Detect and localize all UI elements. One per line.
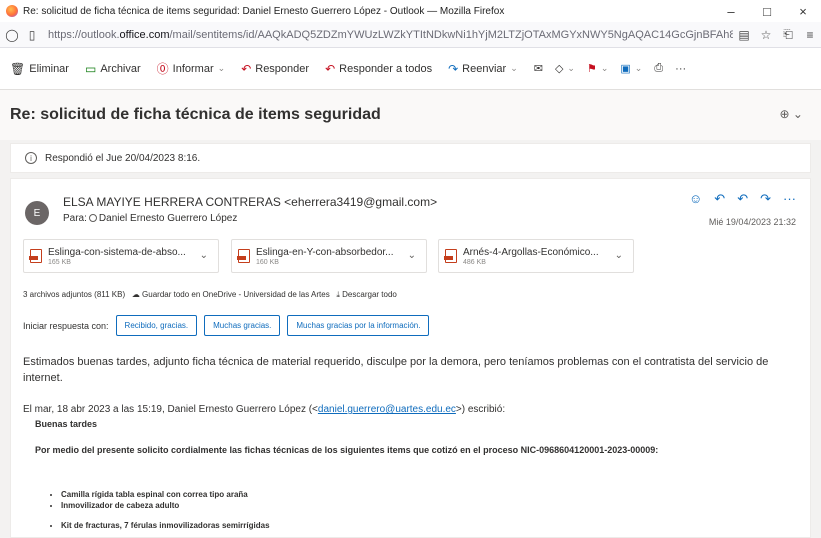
bookmark-star-icon[interactable]: ☆	[755, 28, 777, 42]
pdf-icon	[29, 249, 42, 263]
attachment-count: 3 archivos adjuntos (811 KB)	[23, 290, 126, 299]
tag-icon: ◇	[554, 63, 564, 75]
chevron-down-icon[interactable]: ⌄	[218, 63, 226, 74]
list-item: Kit de fracturas, 7 férulas inmovilizado…	[61, 520, 270, 531]
presence-icon	[88, 214, 97, 222]
forward-icon: ↷	[448, 61, 459, 76]
attachment-name: Arnés-4-Argollas-Económico...	[463, 246, 599, 258]
pdf-icon	[444, 249, 457, 263]
firefox-logo-icon	[6, 5, 18, 17]
quick-reply-button[interactable]: Muchas gracias por la información.	[287, 315, 430, 336]
message-actions: ☺ ↶ ↶ ↷ ···	[677, 191, 796, 207]
extensions-icon[interactable]: ⎗	[777, 27, 799, 42]
to-label: Para:	[63, 213, 87, 224]
quote-greeting: Buenas tardes	[35, 419, 98, 429]
report-button[interactable]: ⓪ Informar ⌄	[157, 60, 226, 77]
minimize-button[interactable]: –	[713, 4, 749, 19]
chevron-down-icon[interactable]: ⌄	[408, 250, 416, 261]
quote-request: Por medio del presente solicito cordialm…	[35, 445, 659, 455]
message-toolbar: 🗑 Eliminar ▭ Archivar ⓪ Informar ⌄ ↶ Res…	[0, 48, 821, 90]
shield-icon[interactable]: ◯	[4, 28, 20, 42]
quick-reply-bar: Iniciar respuesta con: Recibido, gracias…	[23, 315, 430, 336]
folder-move-icon: ▣	[620, 63, 631, 75]
maximize-button[interactable]: □	[749, 4, 785, 19]
chevron-down-icon[interactable]: ⌄	[567, 63, 575, 74]
message-body: Estimados buenas tardes, adjunto ficha t…	[23, 356, 769, 384]
reply-icon[interactable]: ↶	[714, 191, 725, 207]
more-icon: ···	[675, 62, 687, 75]
chevron-down-icon[interactable]: ⌄	[635, 63, 643, 74]
reader-view-icon[interactable]: ▤	[733, 28, 755, 42]
attachment-size: 160 KB	[256, 258, 279, 266]
chevron-down-icon[interactable]: ⌄	[615, 250, 623, 261]
chevron-down-icon[interactable]: ⌄	[601, 63, 609, 74]
shield-alert-icon: ⓪	[156, 62, 169, 76]
quote-header: El mar, 18 abr 2023 a las 15:19, Daniel …	[23, 404, 506, 415]
recipient-name[interactable]: Daniel Ernesto Guerrero López	[99, 213, 237, 224]
quick-reply-button[interactable]: Muchas gracias.	[204, 315, 281, 336]
attachment-summary: 3 archivos adjuntos (811 KB) ☁ Guardar t…	[23, 290, 397, 300]
message-subject: Re: solicitud de ficha técnica de items …	[10, 106, 381, 123]
trash-icon: 🗑	[10, 61, 26, 76]
quick-reply-button[interactable]: Recibido, gracias.	[115, 315, 198, 336]
save-onedrive-link[interactable]: Guardar todo en OneDrive - Universidad d…	[142, 290, 330, 299]
recipient-line: Para: Daniel Ernesto Guerrero López	[63, 213, 237, 224]
print-button[interactable]: ⎙	[654, 62, 663, 75]
move-button[interactable]: ▣ ⌄	[620, 62, 642, 75]
zoom-icon[interactable]: ⊕ ⌄	[780, 107, 803, 121]
reply-all-button[interactable]: ↶ Responder a todos	[325, 62, 432, 76]
address-bar: ◯ ▯ https://outlook.office.com/mail/sent…	[0, 22, 821, 48]
attachment-size: 165 KB	[48, 258, 71, 266]
reply-icon: ↶	[241, 61, 252, 76]
chevron-down-icon[interactable]: ⌄	[510, 63, 518, 74]
download-icon: ⤓	[336, 290, 340, 299]
avatar[interactable]: E	[25, 201, 49, 225]
sender-name[interactable]: ELSA MAYIYE HERRERA CONTRERAS <eherrera3…	[63, 195, 437, 209]
attachment-name: Eslinga-con-sistema-de-abso...	[48, 246, 186, 258]
close-button[interactable]: ×	[785, 4, 821, 19]
list-item: Inmovilizador de cabeza adulto	[61, 500, 270, 511]
attachment-name: Eslinga-en-Y-con-absorbedor...	[256, 246, 394, 258]
reply-button[interactable]: ↶ Responder	[241, 62, 309, 76]
flag-button[interactable]: ⚑ ⌄	[587, 62, 608, 75]
more-icon[interactable]: ···	[783, 191, 796, 207]
reply-all-icon[interactable]: ↶	[737, 191, 748, 207]
chevron-down-icon[interactable]: ⌄	[200, 250, 208, 261]
message-date: Mié 19/04/2023 21:32	[708, 217, 796, 227]
replied-notice: i Respondió el Jue 20/04/2023 8:16.	[10, 143, 811, 173]
envelope-icon: ✉	[533, 63, 543, 75]
archive-button[interactable]: ▭ Archivar	[85, 62, 141, 76]
forward-icon[interactable]: ↷	[760, 191, 771, 207]
download-all-link[interactable]: Descargar todo	[342, 290, 397, 299]
message-card: E ELSA MAYIYE HERRERA CONTRERAS <eherrer…	[10, 178, 811, 538]
emoji-icon[interactable]: ☺	[689, 191, 702, 207]
menu-icon[interactable]: ≡	[799, 28, 821, 42]
categorize-button[interactable]: ◇ ⌄	[555, 62, 575, 75]
attachment-3[interactable]: Arnés-4-Argollas-Económico... 486 KB ⌄	[438, 239, 634, 273]
list-item: Camilla rígida tabla espinal con correa …	[61, 489, 270, 500]
mark-read-button[interactable]: ✉	[534, 62, 543, 75]
quote-items-list: Camilla rígida tabla espinal con correa …	[61, 489, 270, 531]
page-icon: ▯	[28, 27, 36, 42]
pdf-icon	[237, 249, 250, 263]
attachment-1[interactable]: Eslinga-con-sistema-de-abso... 165 KB ⌄	[23, 239, 219, 273]
subject-bar: Re: solicitud de ficha técnica de items …	[0, 90, 821, 140]
cloud-icon: ☁	[131, 290, 140, 299]
forward-button[interactable]: ↷ Reenviar ⌄	[448, 62, 518, 76]
reply-all-icon: ↶	[325, 61, 336, 76]
print-icon: ⎙	[654, 62, 664, 74]
url-field[interactable]: https://outlook.office.com/mail/sentitem…	[48, 29, 733, 41]
info-icon: i	[25, 152, 37, 164]
flag-icon: ⚑	[586, 63, 597, 75]
email-link[interactable]: daniel.guerrero@uartes.edu.ec	[318, 404, 456, 415]
quick-reply-label: Iniciar respuesta con:	[23, 320, 109, 331]
archive-icon: ▭	[84, 61, 97, 76]
replied-notice-text: Respondió el Jue 20/04/2023 8:16.	[45, 152, 201, 164]
attachment-size: 486 KB	[463, 258, 486, 266]
more-actions-button[interactable]: ···	[675, 63, 686, 75]
delete-button[interactable]: 🗑 Eliminar	[10, 62, 69, 76]
window-title: Re: solicitud de ficha técnica de items …	[23, 5, 505, 17]
browser-title-bar: Re: solicitud de ficha técnica de items …	[0, 0, 821, 22]
attachment-2[interactable]: Eslinga-en-Y-con-absorbedor... 160 KB ⌄	[231, 239, 427, 273]
